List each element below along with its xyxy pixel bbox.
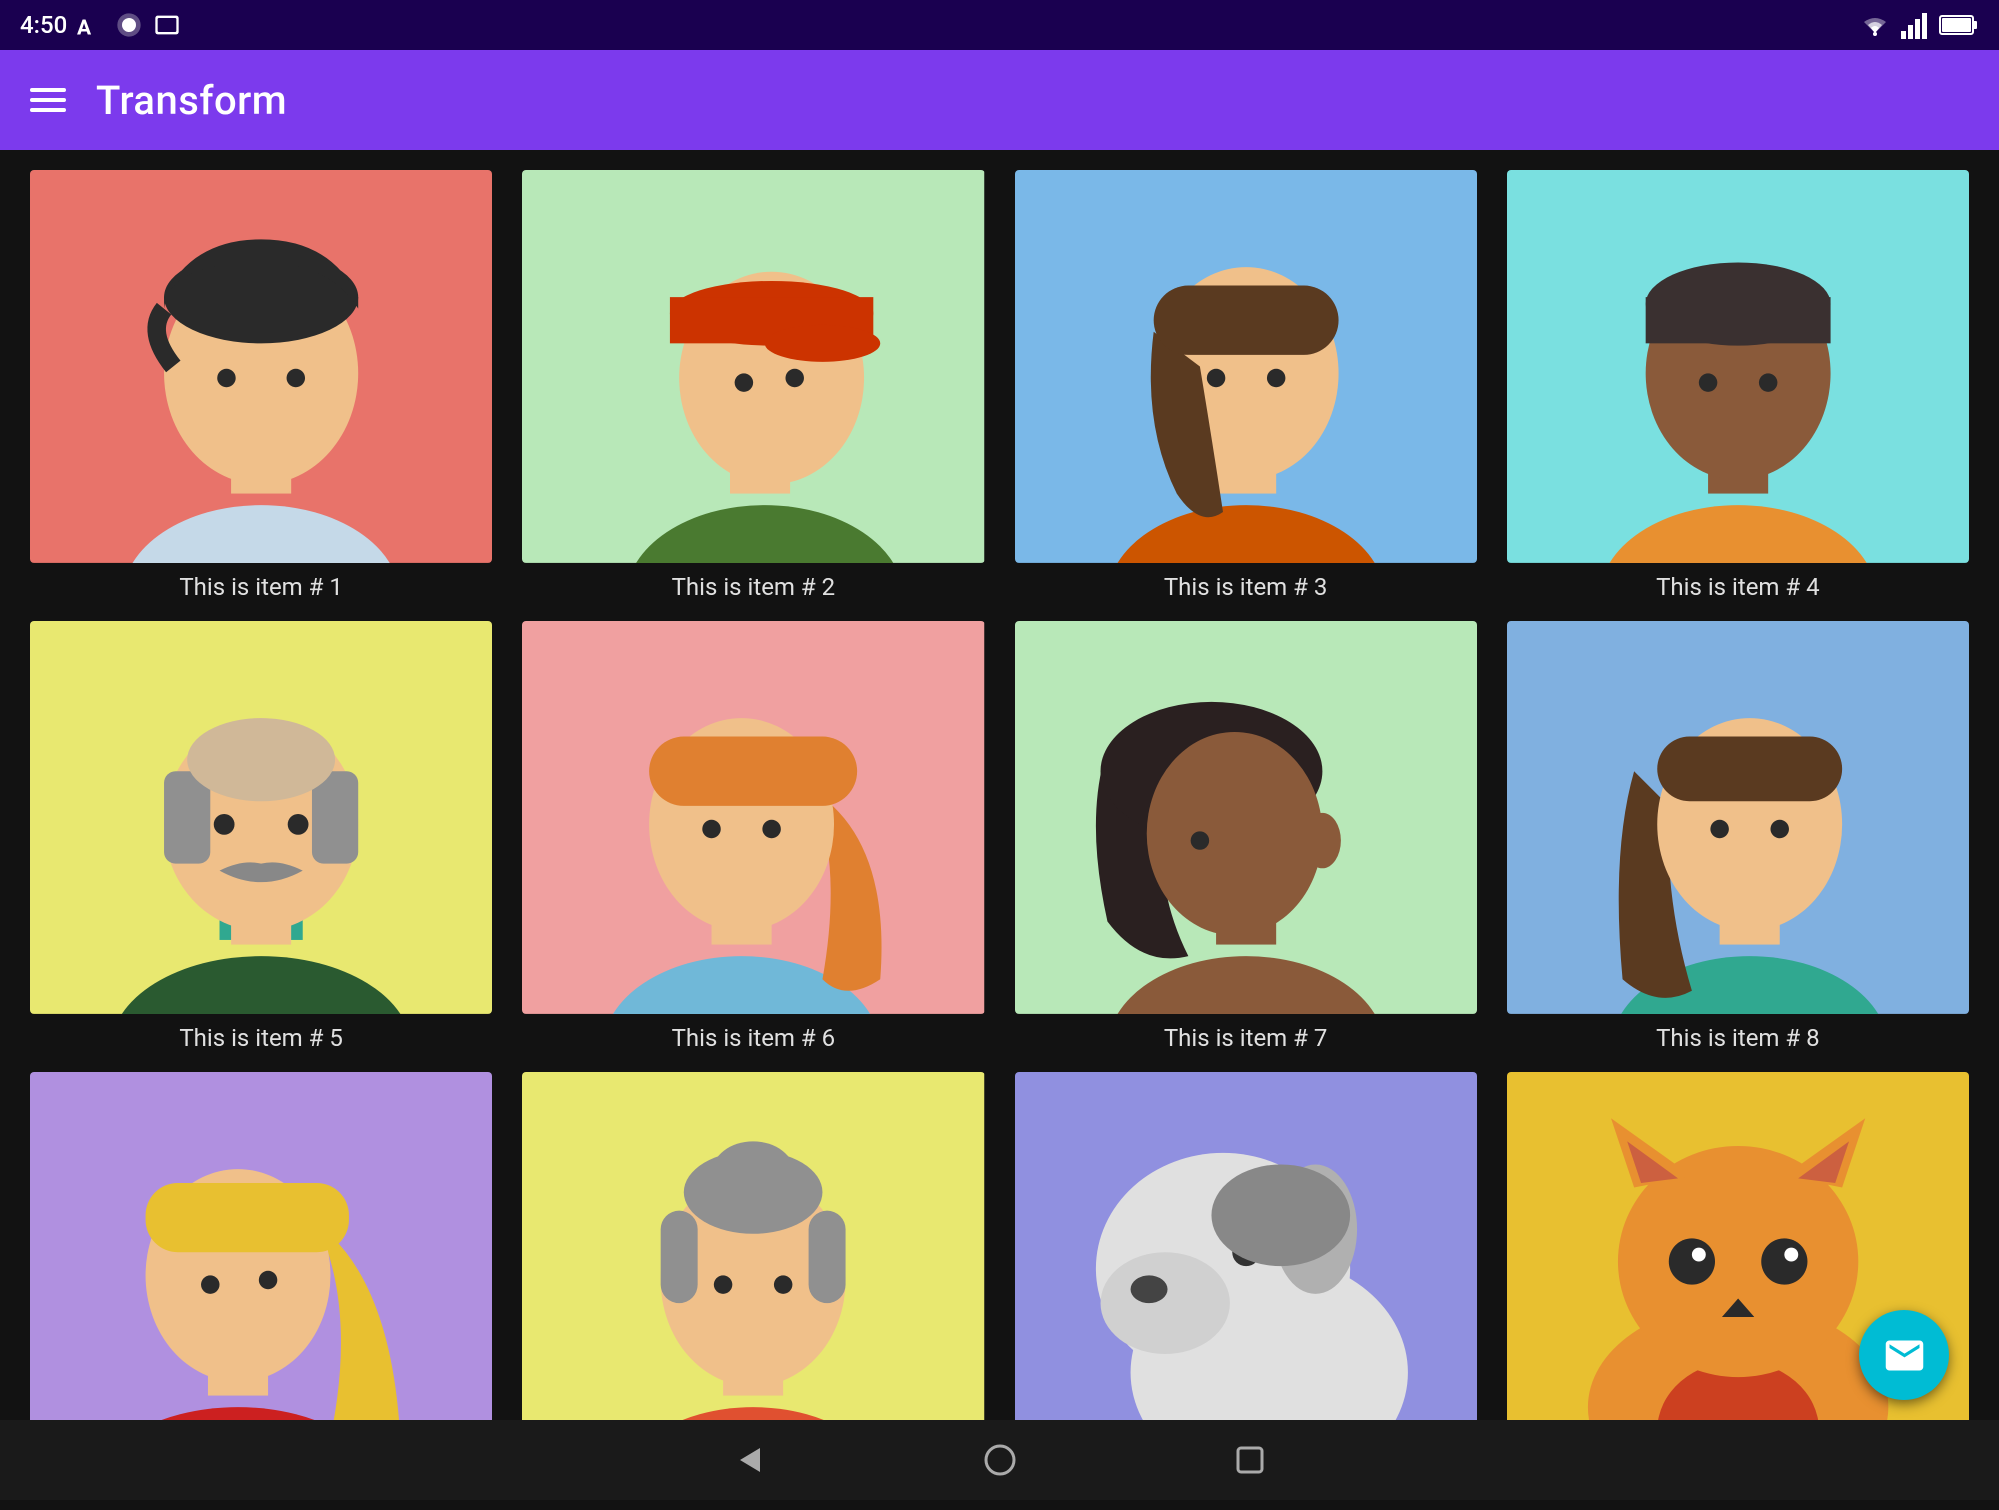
recent-icon: [1235, 1445, 1265, 1475]
signal-icon: [1901, 11, 1931, 39]
content-grid: This is item # 1 This is it: [0, 150, 1999, 1420]
battery-icon: [1939, 13, 1979, 37]
android-icon-s: [153, 11, 181, 39]
list-item[interactable]: This is item # 2: [522, 170, 984, 601]
email-fab[interactable]: [1859, 1310, 1949, 1400]
svg-text:A: A: [77, 16, 92, 39]
back-button[interactable]: [725, 1435, 775, 1485]
list-item[interactable]: This is item # 7: [1015, 621, 1477, 1052]
list-item[interactable]: This is item # 8: [1507, 621, 1969, 1052]
item-label-2: This is item # 2: [672, 573, 836, 601]
item-label-8: This is item # 8: [1656, 1024, 1820, 1052]
hamburger-menu[interactable]: [30, 88, 66, 112]
avatar-card-11[interactable]: [1015, 1072, 1477, 1420]
avatar-card-5[interactable]: [30, 621, 492, 1014]
item-label-4: This is item # 4: [1656, 573, 1820, 601]
list-item[interactable]: This is item # 3: [1015, 170, 1477, 601]
avatar-card-4[interactable]: [1507, 170, 1969, 563]
home-button[interactable]: [975, 1435, 1025, 1485]
item-label-6: This is item # 6: [672, 1024, 836, 1052]
status-bar: 4:50 A: [0, 0, 1999, 50]
avatar-card-10[interactable]: [522, 1072, 984, 1420]
wifi-icon: [1857, 11, 1893, 39]
item-label-7: This is item # 7: [1164, 1024, 1328, 1052]
app-title: Transform: [96, 77, 287, 124]
list-item[interactable]: This is item # 4: [1507, 170, 1969, 601]
email-icon: [1882, 1333, 1927, 1378]
status-left: 4:50 A: [20, 11, 181, 39]
avatar-card-3[interactable]: [1015, 170, 1477, 563]
status-right: [1857, 11, 1979, 39]
list-item[interactable]: This is item # 9: [30, 1072, 492, 1420]
item-label-5: This is item # 5: [179, 1024, 343, 1052]
avatar-card-9[interactable]: [30, 1072, 492, 1420]
list-item[interactable]: This is item # 11: [1015, 1072, 1477, 1420]
back-icon: [732, 1442, 768, 1478]
nav-bar: [0, 1420, 1999, 1500]
list-item[interactable]: This is item # 6: [522, 621, 984, 1052]
home-icon: [982, 1442, 1018, 1478]
avatar-card-1[interactable]: [30, 170, 492, 563]
avatar-card-8[interactable]: [1507, 621, 1969, 1014]
recent-button[interactable]: [1225, 1435, 1275, 1485]
list-item[interactable]: This is item # 10: [522, 1072, 984, 1420]
avatar-card-6[interactable]: [522, 621, 984, 1014]
avatar-card-2[interactable]: [522, 170, 984, 563]
android-icon-p: [115, 11, 143, 39]
item-label-1: This is item # 1: [179, 573, 343, 601]
android-icon-a: A: [77, 11, 105, 39]
list-item[interactable]: This is item # 1: [30, 170, 492, 601]
app-bar: Transform: [0, 50, 1999, 150]
status-time: 4:50: [20, 11, 67, 39]
list-item[interactable]: This is item # 5: [30, 621, 492, 1052]
item-label-3: This is item # 3: [1164, 573, 1328, 601]
avatar-card-7[interactable]: [1015, 621, 1477, 1014]
